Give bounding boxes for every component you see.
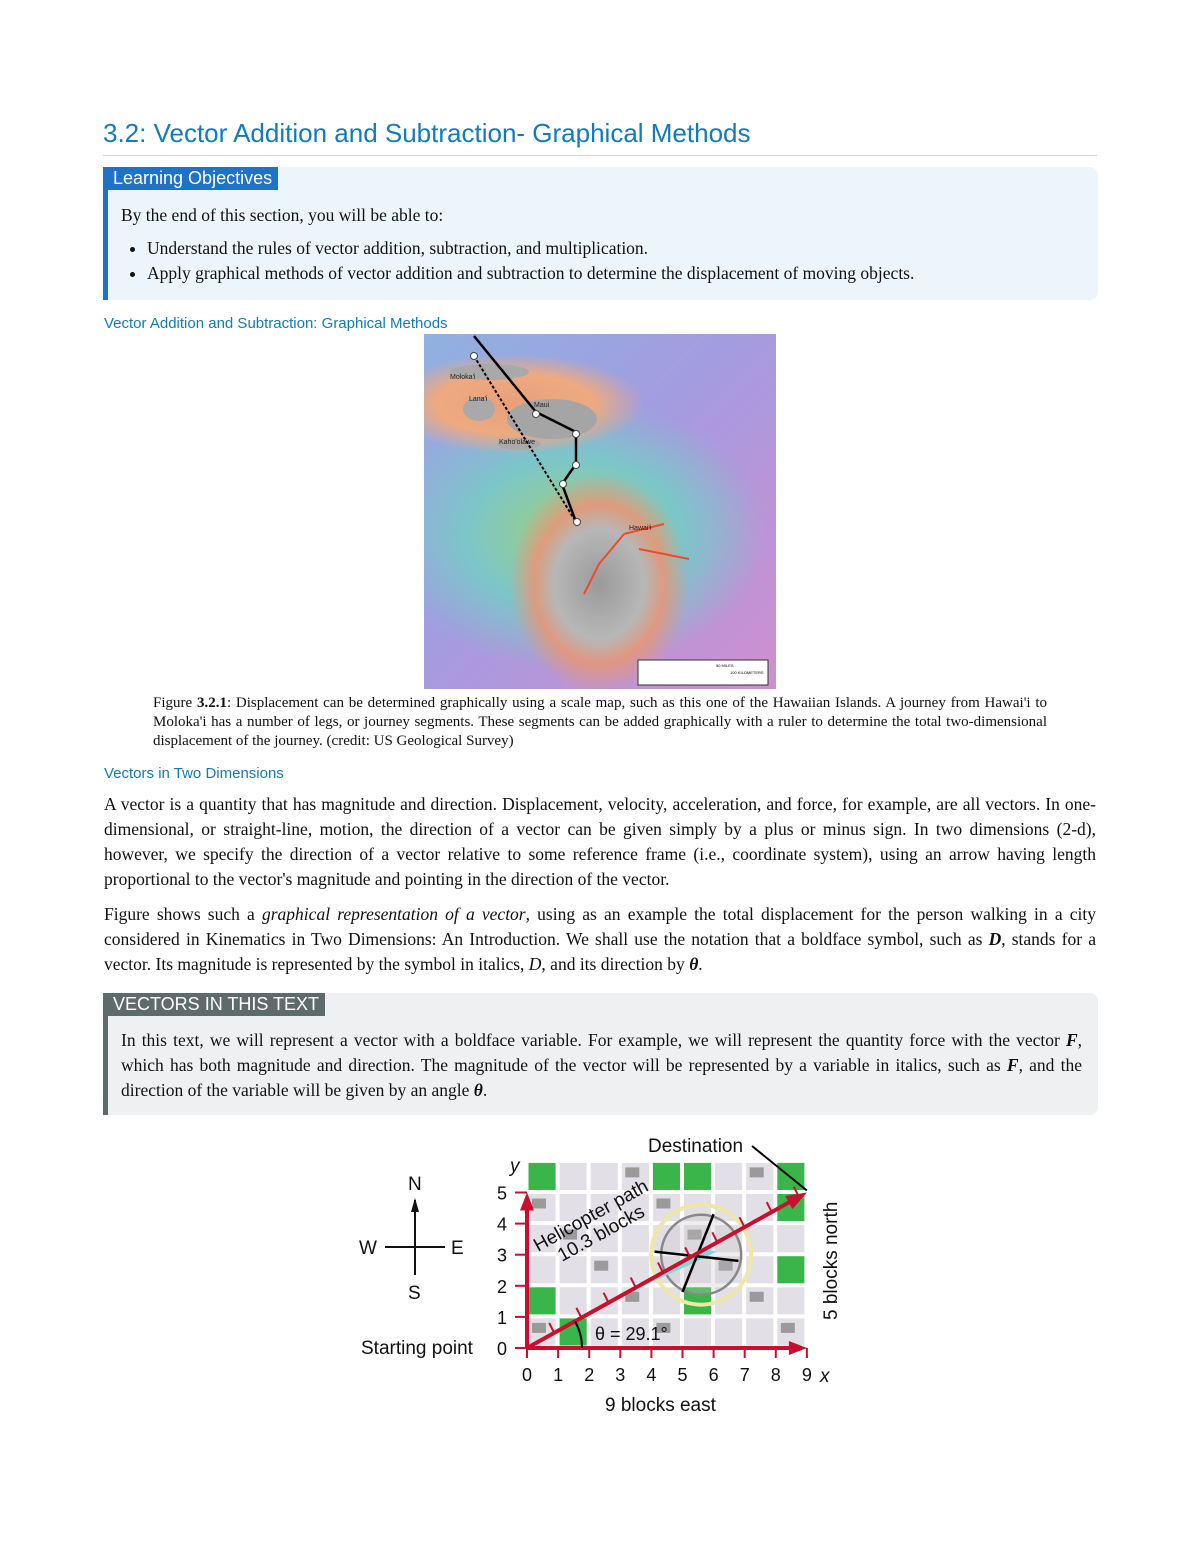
y-tick-label: 1 bbox=[497, 1308, 507, 1328]
park-block bbox=[777, 1256, 805, 1284]
city-block bbox=[715, 1318, 743, 1346]
east-label: 9 blocks east bbox=[605, 1395, 717, 1416]
helicopter-vector-diagram: N S E W Starting point Destination 9 blo… bbox=[359, 1136, 842, 1416]
y-tick-label: 3 bbox=[497, 1246, 507, 1266]
building bbox=[656, 1198, 671, 1209]
city-block bbox=[559, 1162, 587, 1190]
building bbox=[532, 1198, 546, 1209]
y-tick-label: 2 bbox=[497, 1277, 507, 1297]
city-block bbox=[684, 1318, 712, 1346]
x-tick-label: 9 bbox=[802, 1365, 812, 1385]
city-block bbox=[746, 1318, 774, 1346]
city-block bbox=[715, 1162, 743, 1190]
park-block bbox=[652, 1162, 680, 1190]
y-axis-label: y bbox=[508, 1156, 521, 1177]
y-tick-label: 0 bbox=[497, 1339, 507, 1359]
city-block bbox=[777, 1225, 805, 1253]
starting-point-label: Starting point bbox=[361, 1338, 474, 1359]
x-tick-label: 7 bbox=[740, 1365, 750, 1385]
compass-e: E bbox=[451, 1238, 464, 1259]
y-tick-label: 5 bbox=[497, 1184, 507, 1204]
building bbox=[780, 1322, 795, 1333]
city-block bbox=[621, 1256, 649, 1284]
compass-north-arrow bbox=[411, 1198, 419, 1212]
building bbox=[749, 1167, 764, 1178]
x-tick-label: 1 bbox=[553, 1365, 563, 1385]
x-tick-label: 8 bbox=[771, 1365, 781, 1385]
building bbox=[532, 1322, 546, 1333]
x-tick-label: 0 bbox=[522, 1365, 532, 1385]
city-block bbox=[559, 1287, 587, 1315]
building bbox=[625, 1167, 640, 1178]
x-tick-label: 2 bbox=[584, 1365, 594, 1385]
building bbox=[594, 1260, 609, 1271]
destination-label: Destination bbox=[648, 1136, 743, 1157]
building bbox=[749, 1291, 764, 1302]
x-tick-label: 4 bbox=[646, 1365, 656, 1385]
y-tick-label: 4 bbox=[497, 1215, 507, 1235]
x-tick-label: 5 bbox=[678, 1365, 688, 1385]
compass-n: N bbox=[408, 1174, 422, 1195]
x-tick-label: 3 bbox=[615, 1365, 625, 1385]
city-block bbox=[528, 1256, 556, 1284]
x-axis-label: x bbox=[819, 1366, 831, 1387]
x-tick-label: 6 bbox=[709, 1365, 719, 1385]
north-label: 5 blocks north bbox=[821, 1202, 842, 1320]
park-block bbox=[528, 1287, 556, 1315]
park-block bbox=[528, 1162, 556, 1190]
city-block bbox=[590, 1162, 618, 1190]
park-block bbox=[684, 1162, 712, 1190]
compass-w: W bbox=[359, 1238, 377, 1259]
city-block bbox=[777, 1287, 805, 1315]
compass-s: S bbox=[408, 1283, 421, 1304]
angle-label: θ = 29.1° bbox=[595, 1324, 668, 1344]
